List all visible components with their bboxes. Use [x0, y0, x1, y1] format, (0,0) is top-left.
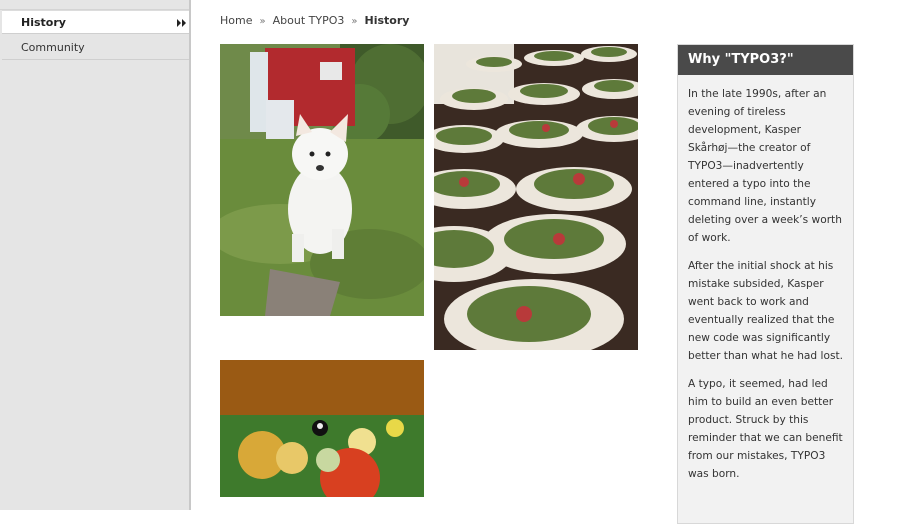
- sidebar-item-label: History: [21, 16, 66, 29]
- breadcrumb: Home » About TYPO3 » History: [220, 14, 409, 27]
- box-body: In the late 1990s, after an evening of t…: [678, 75, 853, 483]
- why-typo3-box: Why "TYPO3?" In the late 1990s, after an…: [677, 44, 854, 524]
- breadcrumb-current: History: [364, 14, 410, 27]
- breadcrumb-home-link[interactable]: Home: [220, 14, 252, 27]
- breadcrumb-separator: »: [351, 16, 358, 27]
- sidebar-item-label: Community: [21, 41, 85, 54]
- box-title: Why "TYPO3?": [678, 45, 853, 75]
- double-chevron-right-icon: [177, 19, 186, 27]
- breadcrumb-separator: »: [259, 16, 266, 27]
- sidebar-nav: History Community: [0, 0, 191, 510]
- box-paragraph: After the initial shock at his mistake s…: [688, 260, 843, 362]
- box-paragraph: A typo, it seemed, had led him to build …: [688, 378, 843, 480]
- billiard-balls-photo[interactable]: [220, 360, 424, 497]
- sidebar-item-community[interactable]: Community: [2, 36, 189, 60]
- box-paragraph: In the late 1990s, after an evening of t…: [688, 88, 842, 244]
- salad-plates-photo[interactable]: [434, 44, 638, 350]
- puppy-photo[interactable]: [220, 44, 424, 316]
- sidebar-item-history[interactable]: History: [2, 10, 189, 34]
- breadcrumb-about-link[interactable]: About TYPO3: [273, 14, 345, 27]
